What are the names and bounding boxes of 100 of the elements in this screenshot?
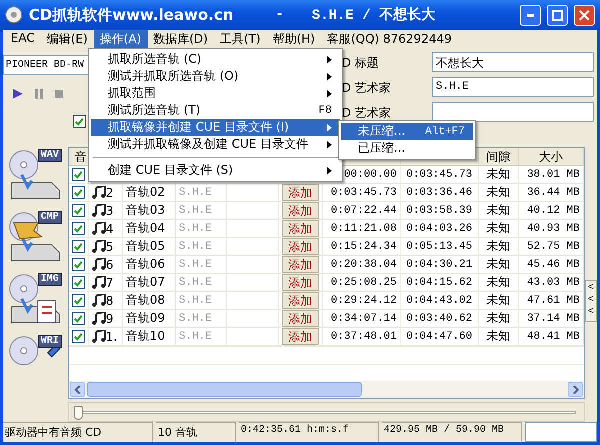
scroll-left-icon[interactable] bbox=[74, 386, 80, 394]
track-number: 2 bbox=[106, 186, 114, 200]
table-cell: 未知 bbox=[486, 220, 510, 237]
add-button[interactable]: 添加 bbox=[282, 292, 319, 309]
table-cell: S.H.E bbox=[179, 204, 212, 216]
table-cell: 0:11:21.08 bbox=[330, 222, 397, 234]
table-cell: 0:34:07.14 bbox=[330, 312, 397, 324]
menu-option[interactable]: 未压缩... Alt+F7 bbox=[341, 123, 473, 140]
drive-select[interactable]: PIONEER BD-RW bbox=[3, 55, 89, 75]
table-cell: 0:29:24.12 bbox=[330, 294, 397, 306]
position-slider[interactable] bbox=[74, 406, 83, 420]
menu-item[interactable]: 客服(QQ) 876292449 bbox=[321, 30, 458, 48]
table-cell: 52.75 MB bbox=[527, 240, 580, 252]
table-cell: 音轨04 bbox=[126, 220, 166, 237]
row-checkbox[interactable] bbox=[72, 186, 85, 199]
column-header[interactable]: 间隙 bbox=[479, 148, 519, 166]
table-cell: 0:03:40.62 bbox=[406, 312, 472, 324]
menu-item[interactable]: EAC bbox=[5, 30, 41, 48]
row-checkbox[interactable] bbox=[72, 276, 85, 289]
scroll-right-icon[interactable] bbox=[572, 386, 578, 394]
table-cell: 未知 bbox=[486, 328, 510, 345]
add-button[interactable]: 添加 bbox=[282, 184, 319, 201]
text-field[interactable]: 不想长大 bbox=[432, 52, 594, 72]
table-cell: 0:05:13.45 bbox=[406, 240, 472, 252]
menu-option[interactable]: 测试并抓取所选音轨 (O) bbox=[91, 68, 340, 85]
add-button[interactable]: 添加 bbox=[282, 274, 319, 291]
track-number: 8 bbox=[106, 294, 114, 308]
table-cell: S.H.E bbox=[179, 222, 212, 234]
row-checkbox[interactable] bbox=[72, 222, 85, 235]
submenu-arrow-icon bbox=[327, 56, 332, 64]
status-text: 0:42:35.61 h:m:s.f bbox=[239, 422, 379, 442]
window-title: CD抓轨软件www.leawo.cn bbox=[29, 6, 234, 24]
table-cell: S.H.E bbox=[179, 294, 212, 306]
tool-label: WAV bbox=[38, 149, 62, 162]
track-number: 9 bbox=[106, 312, 114, 326]
menu-option[interactable]: 抓取镜像并创建 CUE 目录文件 (I) bbox=[91, 119, 340, 136]
menu-item[interactable]: 操作(A) bbox=[94, 30, 148, 48]
table-cell: 音轨06 bbox=[126, 256, 166, 273]
table-cell: 36.44 MB bbox=[527, 186, 580, 198]
table-cell: S.H.E bbox=[179, 258, 212, 270]
menu-option[interactable]: 抓取所选音轨 (C) bbox=[91, 51, 340, 68]
minimize-button[interactable] bbox=[520, 4, 541, 26]
add-button[interactable]: 添加 bbox=[282, 328, 319, 345]
maximize-button[interactable] bbox=[547, 4, 568, 26]
select-all-checkbox[interactable] bbox=[73, 115, 86, 128]
music-note-icon bbox=[92, 294, 106, 307]
menu-option[interactable]: 抓取范围 bbox=[91, 85, 340, 102]
menu-option[interactable]: 测试并抓取镜像及创建 CUE 目录文件 bbox=[91, 136, 340, 153]
menu-option[interactable]: 测试所选音轨 (T) F8 bbox=[91, 102, 340, 119]
music-note-icon bbox=[92, 312, 106, 325]
row-checkbox[interactable] bbox=[72, 204, 85, 217]
table-cell: 0:03:45.73 bbox=[406, 168, 472, 180]
add-button[interactable]: 添加 bbox=[282, 220, 319, 237]
add-button[interactable]: 添加 bbox=[282, 238, 319, 255]
row-checkbox[interactable] bbox=[72, 240, 85, 253]
row-checkbox[interactable] bbox=[72, 312, 85, 325]
column-header[interactable]: 大小 bbox=[519, 148, 584, 166]
add-button[interactable]: 添加 bbox=[282, 256, 319, 273]
close-icon bbox=[579, 10, 590, 20]
menu-option[interactable]: 创建 CUE 目录文件 (S) bbox=[91, 162, 340, 179]
submenu-arrow-icon bbox=[327, 124, 332, 132]
play-icon[interactable] bbox=[13, 89, 23, 99]
table-cell: S.H.E bbox=[179, 276, 212, 288]
table-cell: 音轨02 bbox=[126, 184, 166, 201]
add-button[interactable]: 添加 bbox=[282, 202, 319, 219]
side-toggle-button[interactable]: <<< bbox=[585, 280, 597, 322]
menu-option[interactable]: 已压缩... bbox=[341, 140, 473, 157]
submenu-arrow-icon bbox=[327, 72, 332, 80]
row-checkbox[interactable] bbox=[72, 168, 85, 181]
menu-item[interactable]: 数据库(D) bbox=[148, 30, 214, 48]
table-cell: 音轨05 bbox=[126, 238, 166, 255]
table-cell: 37.14 MB bbox=[527, 312, 580, 324]
menu-item[interactable]: 编辑(E) bbox=[40, 30, 94, 48]
tool-label: IMG bbox=[38, 273, 62, 286]
text-field[interactable] bbox=[432, 102, 594, 122]
text-field[interactable]: S.H.E bbox=[432, 77, 594, 97]
row-checkbox[interactable] bbox=[72, 330, 85, 343]
table-cell: 0:07:22.44 bbox=[330, 204, 397, 216]
menu-item[interactable]: 帮助(H) bbox=[266, 30, 322, 48]
album-title: S.H.E / 不想长大 bbox=[312, 6, 436, 24]
add-button[interactable]: 添加 bbox=[282, 310, 319, 327]
horizontal-scrollbar[interactable] bbox=[69, 381, 584, 398]
table-cell: 0:03:45.73 bbox=[330, 186, 397, 198]
menu-item[interactable]: 工具(T) bbox=[214, 30, 267, 48]
table-cell: 40.93 MB bbox=[527, 222, 580, 234]
row-checkbox[interactable] bbox=[72, 294, 85, 307]
table-cell: 45.46 MB bbox=[527, 258, 580, 270]
table-cell: 0:20:38.04 bbox=[330, 258, 397, 270]
status-text: 10 音轨 bbox=[156, 422, 236, 442]
track-number: 3 bbox=[106, 204, 114, 218]
submenu-arrow-icon bbox=[327, 90, 332, 98]
table-cell: 音轨09 bbox=[126, 310, 166, 327]
close-button[interactable] bbox=[574, 4, 595, 26]
submenu-arrow-icon bbox=[327, 166, 332, 174]
music-note-icon bbox=[92, 222, 106, 235]
table-cell: S.H.E bbox=[179, 186, 212, 198]
row-checkbox[interactable] bbox=[72, 258, 85, 271]
table-cell: 48.41 MB bbox=[527, 330, 580, 342]
table-cell: 未知 bbox=[486, 256, 510, 273]
status-text: 429.95 MB / 59.90 MB bbox=[382, 422, 522, 442]
